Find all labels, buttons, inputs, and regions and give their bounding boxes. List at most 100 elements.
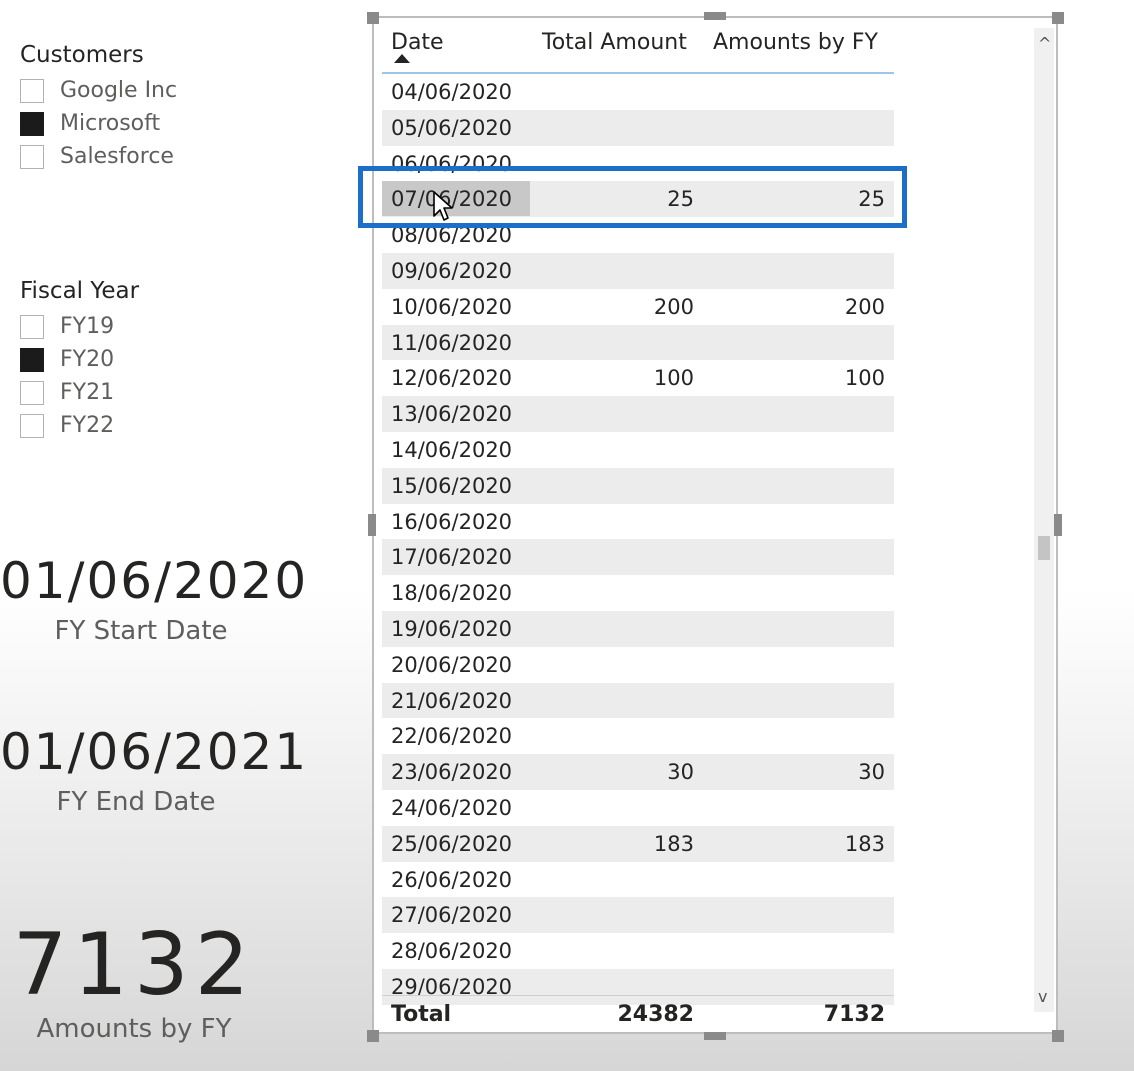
scroll-thumb[interactable] bbox=[1038, 536, 1050, 560]
date-cell: 14/06/2020 bbox=[391, 437, 513, 462]
slicer-item-label: FY20 bbox=[60, 347, 115, 372]
date-cell: 22/06/2020 bbox=[391, 724, 513, 749]
table-row[interactable]: 27/06/2020 bbox=[382, 897, 894, 934]
checkbox[interactable] bbox=[20, 413, 44, 438]
table-row[interactable]: 20/06/2020 bbox=[382, 647, 894, 683]
scroll-down-icon[interactable]: v bbox=[1038, 987, 1047, 1006]
table-header: Date Total Amount Amounts by FY bbox=[382, 20, 894, 74]
slicer-item-fy19[interactable]: FY19 bbox=[20, 310, 139, 343]
date-cell: 12/06/2020 bbox=[391, 366, 513, 391]
amounts-by-fy-card: 7132 Amounts by FY bbox=[0, 918, 268, 1044]
checkbox-checked[interactable] bbox=[20, 111, 44, 136]
slicer-item-label: Microsoft bbox=[60, 111, 161, 136]
total-fy-value: 7132 bbox=[823, 1002, 885, 1027]
slicer-item-label: Salesforce bbox=[60, 144, 174, 169]
date-cell: 16/06/2020 bbox=[391, 509, 513, 534]
fy-start-date-card: 01/06/2020 FY Start Date bbox=[0, 552, 306, 646]
date-cell: 18/06/2020 bbox=[391, 581, 513, 606]
card-value: 7132 bbox=[12, 915, 256, 1015]
customers-slicer-title: Customers bbox=[20, 42, 144, 68]
table-row[interactable]: 23/06/2020 30 30 bbox=[382, 754, 894, 790]
date-cell: 20/06/2020 bbox=[391, 652, 513, 677]
date-cell: 28/06/2020 bbox=[391, 939, 513, 964]
total-amount-value: 24382 bbox=[617, 1002, 694, 1027]
fiscal-year-slicer-title: Fiscal Year bbox=[20, 278, 140, 304]
resize-handle[interactable] bbox=[367, 1030, 379, 1042]
slicer-item-label: FY19 bbox=[60, 314, 115, 339]
checkbox[interactable] bbox=[20, 314, 44, 339]
table-total-row: Total 24382 7132 bbox=[382, 995, 894, 1032]
date-cell: 15/06/2020 bbox=[391, 473, 513, 498]
slicer-item-label: Google Inc bbox=[60, 78, 178, 103]
table-row[interactable]: 12/06/2020 100 100 bbox=[382, 360, 894, 396]
slicer-item-google[interactable]: Google Inc bbox=[20, 74, 177, 107]
table-row[interactable]: 11/06/2020 bbox=[382, 324, 894, 361]
resize-handle[interactable] bbox=[1052, 1030, 1064, 1042]
table-row[interactable]: 22/06/2020 bbox=[382, 718, 894, 754]
table-row[interactable]: 15/06/2020 bbox=[382, 467, 894, 504]
checkbox[interactable] bbox=[20, 380, 44, 405]
total-amount-cell: 100 bbox=[653, 366, 694, 391]
column-header-amounts-by-fy[interactable]: Amounts by FY bbox=[713, 30, 878, 55]
resize-handle[interactable] bbox=[704, 12, 726, 20]
mouse-pointer-icon bbox=[433, 191, 453, 221]
total-label: Total bbox=[391, 1002, 452, 1027]
table-row[interactable]: 19/06/2020 bbox=[382, 610, 894, 647]
slicer-item-label: FY22 bbox=[60, 413, 115, 438]
table-row[interactable]: 25/06/2020 183 183 bbox=[382, 825, 894, 862]
table-row[interactable]: 18/06/2020 bbox=[382, 575, 894, 611]
resize-handle[interactable] bbox=[1052, 12, 1064, 24]
resize-handle[interactable] bbox=[1054, 514, 1062, 536]
resize-handle[interactable] bbox=[368, 514, 376, 536]
table-row[interactable]: 14/06/2020 bbox=[382, 432, 894, 468]
slicer-item-microsoft[interactable]: Microsoft bbox=[20, 107, 177, 140]
date-cell: 25/06/2020 bbox=[391, 831, 513, 856]
date-cell: 13/06/2020 bbox=[391, 402, 513, 427]
table-row[interactable]: 17/06/2020 bbox=[382, 539, 894, 576]
amounts-by-fy-cell: 30 bbox=[858, 760, 885, 785]
slicer-item-label: FY21 bbox=[60, 380, 115, 405]
table-row[interactable]: 13/06/2020 bbox=[382, 396, 894, 432]
table-row[interactable]: 16/06/2020 bbox=[382, 504, 894, 540]
table-row[interactable]: 04/06/2020 bbox=[382, 74, 894, 110]
date-cell: 26/06/2020 bbox=[391, 867, 513, 892]
table-row[interactable]: 05/06/2020 bbox=[382, 109, 894, 146]
sort-ascending-icon bbox=[394, 54, 410, 63]
total-amount-cell: 30 bbox=[667, 760, 694, 785]
slicer-item-salesforce[interactable]: Salesforce bbox=[20, 140, 177, 173]
checkbox[interactable] bbox=[20, 78, 44, 103]
table-row[interactable]: 21/06/2020 bbox=[382, 682, 894, 719]
date-cell: 09/06/2020 bbox=[391, 258, 513, 283]
card-caption: FY Start Date bbox=[54, 616, 228, 646]
resize-handle[interactable] bbox=[704, 1032, 726, 1040]
checkbox-checked[interactable] bbox=[20, 347, 44, 372]
card-caption: FY End Date bbox=[56, 787, 216, 817]
date-cell: 11/06/2020 bbox=[391, 330, 513, 355]
table-row[interactable]: 09/06/2020 bbox=[382, 252, 894, 289]
date-cell: 23/06/2020 bbox=[391, 760, 513, 785]
column-header-total-amount[interactable]: Total Amount bbox=[542, 30, 687, 55]
slicer-item-fy20[interactable]: FY20 bbox=[20, 343, 139, 376]
slicer-item-fy22[interactable]: FY22 bbox=[20, 409, 139, 442]
total-amount-cell: 183 bbox=[653, 831, 694, 856]
date-cell: 17/06/2020 bbox=[391, 545, 513, 570]
date-cell: 27/06/2020 bbox=[391, 903, 513, 928]
date-cell: 10/06/2020 bbox=[391, 294, 513, 319]
fy-end-date-card: 01/06/2021 FY End Date bbox=[0, 723, 306, 817]
table-row[interactable]: 28/06/2020 bbox=[382, 933, 894, 969]
vertical-scrollbar[interactable]: ^ v bbox=[1034, 28, 1054, 1012]
date-cell: 19/06/2020 bbox=[391, 616, 513, 641]
table-row[interactable]: 26/06/2020 bbox=[382, 862, 894, 898]
resize-handle[interactable] bbox=[367, 12, 379, 24]
card-caption: Amounts by FY bbox=[36, 1014, 232, 1044]
total-amount-cell: 200 bbox=[653, 294, 694, 319]
slicer-item-fy21[interactable]: FY21 bbox=[20, 376, 139, 409]
date-cell: 05/06/2020 bbox=[391, 115, 513, 140]
column-header-date[interactable]: Date bbox=[391, 30, 444, 55]
amounts-by-fy-cell: 183 bbox=[844, 831, 885, 856]
table-row[interactable]: 24/06/2020 bbox=[382, 790, 894, 826]
checkbox[interactable] bbox=[20, 144, 44, 169]
scroll-up-icon[interactable]: ^ bbox=[1038, 34, 1051, 53]
customers-slicer: Customers Google Inc Microsoft Salesforc… bbox=[20, 42, 177, 173]
table-row[interactable]: 10/06/2020 200 200 bbox=[382, 289, 894, 325]
